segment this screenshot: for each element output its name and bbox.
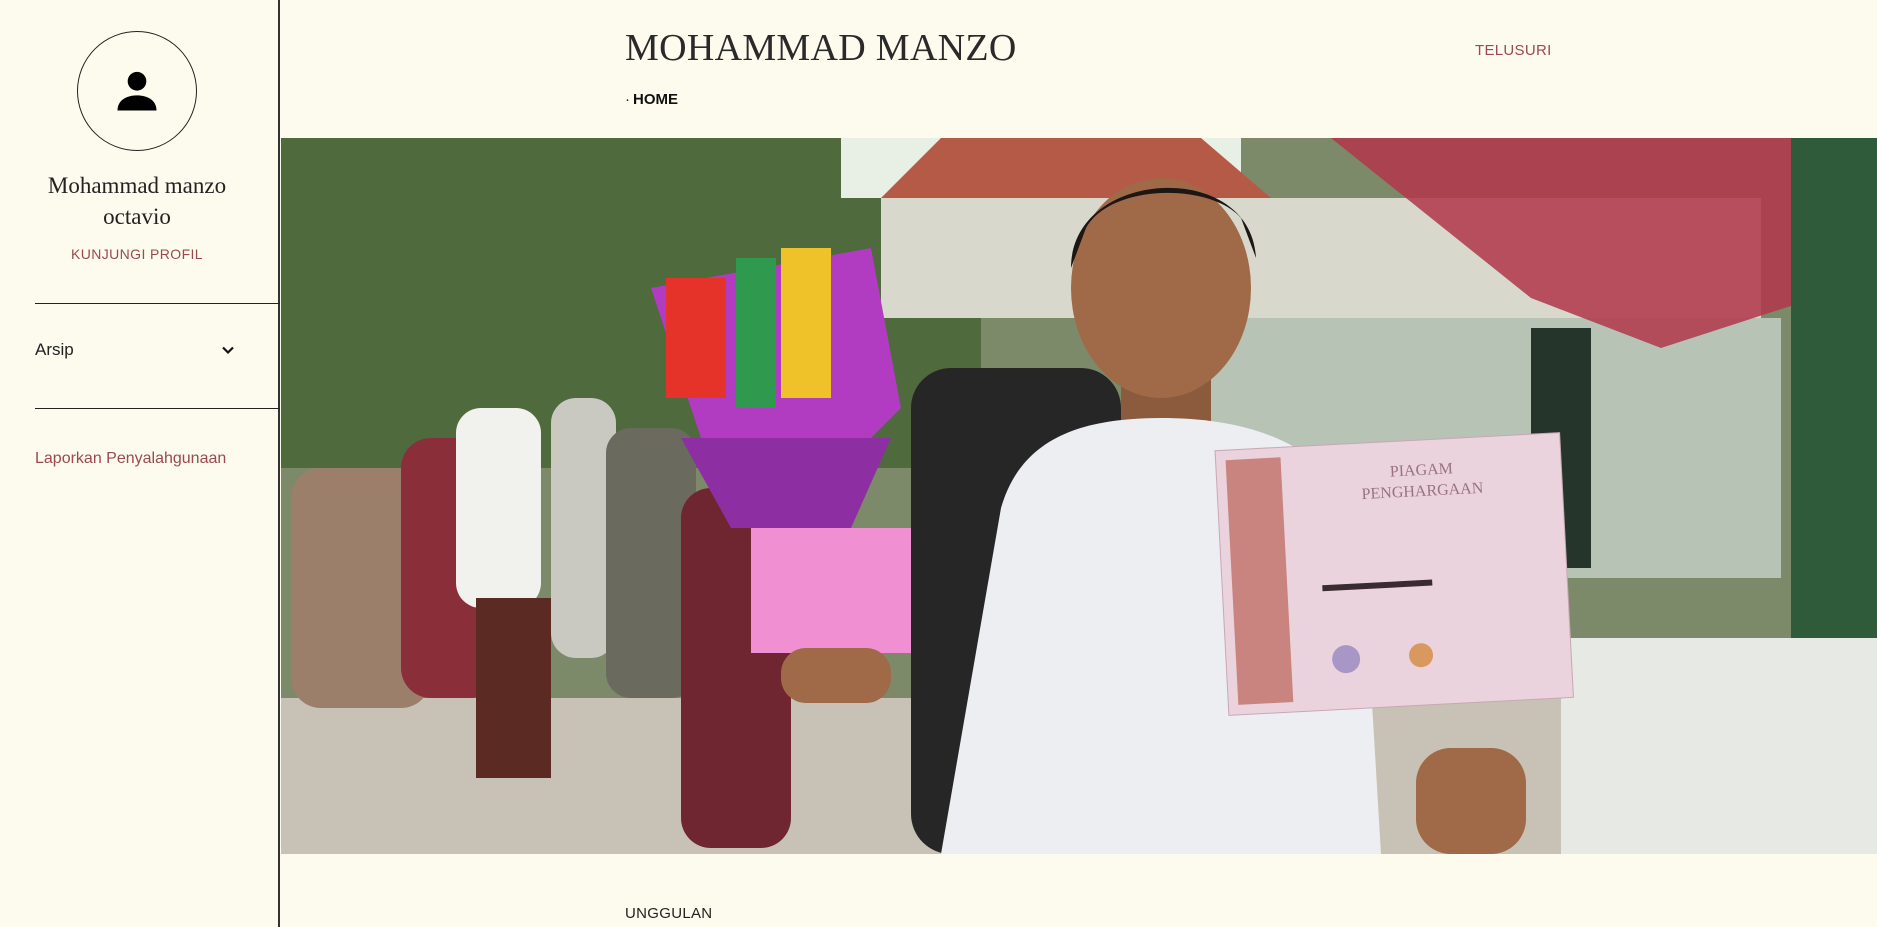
hero-hand [781,648,891,703]
hero-bouquet-snack [781,248,831,398]
archive-toggle[interactable]: Arsip [35,340,235,360]
breadcrumb-separator: · [625,91,630,108]
hero-person-face [1071,178,1251,398]
hero-image[interactable]: PIAGAM PENGHARGAAN [281,138,1877,854]
visit-profile-link[interactable]: KUNJUNGI PROFIL [20,246,254,262]
sidebar-divider [35,408,280,409]
breadcrumb-home-link[interactable]: HOME [633,91,678,108]
hero-bouquet-snack [666,278,726,398]
report-abuse-link[interactable]: Laporkan Penyalahgunaan [35,449,235,468]
profile-name: Mohammad manzo octavio [47,173,227,229]
hero-platform [1561,638,1877,854]
breadcrumb: · HOME [625,91,678,108]
sidebar-divider [35,303,280,304]
explore-link[interactable]: TELUSURI [1475,42,1552,59]
blog-title[interactable]: MOHAMMAD MANZO [625,26,1017,70]
certificate-title: PIAGAM [1389,460,1453,480]
hero-bouquet-pot [751,528,911,653]
avatar[interactable] [77,31,197,151]
chevron-down-icon [222,346,234,355]
person-icon [117,71,157,111]
hero-bouquet-snack [736,258,776,408]
hero-green-pillar [1791,138,1877,658]
hero-person-bg [456,408,541,608]
hero-hand [1416,748,1526,854]
archive-label: Arsip [35,340,74,359]
certificate: PIAGAM PENGHARGAAN [1214,432,1574,716]
featured-heading: UNGGULAN [625,905,713,922]
hero-person-bg [476,598,551,778]
sidebar: Mohammad manzo octavio KUNJUNGI PROFIL A… [0,0,280,927]
